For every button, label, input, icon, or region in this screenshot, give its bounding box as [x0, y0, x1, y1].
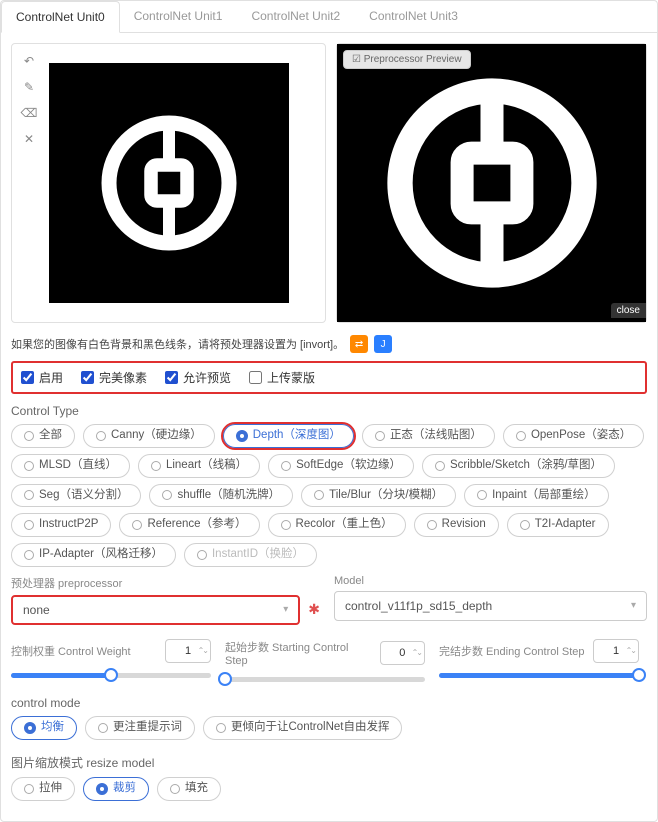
resize-mode-option-2[interactable]: 填充: [157, 777, 221, 801]
control-mode-label: control mode: [11, 696, 647, 710]
control-type-option-17[interactable]: T2I-Adapter: [507, 513, 609, 537]
control-weight-value[interactable]: 1: [165, 639, 211, 663]
erase-icon[interactable]: ⌫: [18, 102, 40, 124]
control-type-option-18[interactable]: IP-Adapter（风格迁移）: [11, 543, 176, 567]
control-type-option-7[interactable]: SoftEdge（软边缘）: [268, 454, 414, 478]
model-select[interactable]: control_v11f1p_sd15_depth▾: [334, 591, 647, 621]
control-type-option-16[interactable]: Revision: [414, 513, 499, 537]
control-mode-option-2[interactable]: 更倾向于让ControlNet自由发挥: [203, 716, 402, 740]
preprocessor-preview-badge: ☑ Preprocessor Preview: [343, 50, 471, 69]
explosion-icon[interactable]: ✱: [308, 601, 320, 618]
control-mode-group: 均衡更注重提示词更倾向于让ControlNet自由发挥: [11, 716, 647, 740]
tab-unit0[interactable]: ControlNet Unit0: [1, 1, 120, 33]
json-action-icon[interactable]: J: [374, 335, 392, 353]
start-step-slider[interactable]: [225, 677, 425, 682]
control-type-option-10[interactable]: shuffle（随机洗牌）: [149, 484, 293, 508]
control-type-option-19[interactable]: InstantID（换脸）: [184, 543, 317, 567]
control-type-option-13[interactable]: InstructP2P: [11, 513, 111, 537]
edit-icon[interactable]: ✎: [18, 76, 40, 98]
chevron-down-icon: ▾: [283, 604, 288, 615]
control-type-label: Control Type: [11, 404, 647, 418]
allow-preview-checkbox[interactable]: 允许预览: [165, 369, 231, 386]
tab-unit1[interactable]: ControlNet Unit1: [120, 1, 238, 32]
control-weight-label: 控制权重 Control Weight: [11, 643, 131, 659]
input-image-panel[interactable]: ↶ ✎ ⌫ ✕: [11, 43, 326, 323]
upload-mask-checkbox[interactable]: 上传蒙版: [249, 369, 315, 386]
end-step-slider[interactable]: [439, 673, 639, 678]
control-type-option-8[interactable]: Scribble/Sketch（涂鸦/草图）: [422, 454, 615, 478]
start-step-value[interactable]: 0: [380, 641, 425, 665]
control-weight-slider[interactable]: [11, 673, 211, 678]
preview-logo-image: [377, 68, 607, 298]
control-type-option-9[interactable]: Seg（语义分割）: [11, 484, 141, 508]
control-type-option-12[interactable]: Inpaint（局部重绘）: [464, 484, 609, 508]
end-step-value[interactable]: 1: [593, 639, 639, 663]
control-type-option-1[interactable]: Canny（硬边缘）: [83, 424, 215, 448]
control-type-option-15[interactable]: Recolor（重上色）: [268, 513, 406, 537]
resize-mode-label: 图片缩放模式 resize model: [11, 754, 647, 771]
preprocessor-preview-panel: ☑ Preprocessor Preview close: [336, 43, 647, 323]
input-logo-image: [94, 108, 244, 258]
control-mode-option-1[interactable]: 更注重提示词: [85, 716, 195, 740]
close-preview-button[interactable]: close: [611, 303, 646, 318]
control-type-option-11[interactable]: Tile/Blur（分块/模糊）: [301, 484, 456, 508]
resize-mode-group: 拉伸裁剪填充: [11, 777, 647, 801]
invert-hint-text: 如果您的图像有白色背景和黑色线条，请将预处理器设置为 [invort]。: [11, 336, 344, 352]
tab-unit3[interactable]: ControlNet Unit3: [355, 1, 473, 32]
preprocessor-label: 预处理器 preprocessor: [11, 575, 324, 591]
enable-checkbox[interactable]: 启用: [21, 369, 63, 386]
resize-mode-option-0[interactable]: 拉伸: [11, 777, 75, 801]
control-type-option-5[interactable]: MLSD（直线）: [11, 454, 130, 478]
control-type-option-4[interactable]: OpenPose（姿态）: [503, 424, 644, 448]
control-type-option-0[interactable]: 全部: [11, 424, 75, 448]
close-icon[interactable]: ✕: [18, 128, 40, 150]
chevron-down-icon: ▾: [631, 600, 636, 611]
preprocessor-select[interactable]: none▾: [11, 595, 300, 625]
control-mode-option-0[interactable]: 均衡: [11, 716, 77, 740]
pixel-perfect-checkbox[interactable]: 完美像素: [81, 369, 147, 386]
control-type-option-3[interactable]: 正态（法线贴图）: [362, 424, 495, 448]
model-label: Model: [334, 575, 647, 587]
end-step-label: 完结步数 Ending Control Step: [439, 643, 585, 659]
tabs: ControlNet Unit0 ControlNet Unit1 Contro…: [1, 1, 657, 33]
control-type-group: 全部 Canny（硬边缘） Depth（深度图） 正态（法线贴图） OpenPose（姿…: [11, 424, 647, 567]
undo-icon[interactable]: ↶: [18, 50, 40, 72]
resize-mode-option-1[interactable]: 裁剪: [83, 777, 149, 801]
tab-unit2[interactable]: ControlNet Unit2: [237, 1, 355, 32]
control-type-option-2[interactable]: Depth（深度图）: [223, 424, 354, 448]
invert-action-icon[interactable]: ⇄: [350, 335, 368, 353]
start-step-label: 起始步数 Starting Control Step: [225, 639, 372, 667]
control-type-option-6[interactable]: Lineart（线稿）: [138, 454, 260, 478]
control-type-option-14[interactable]: Reference（参考）: [119, 513, 259, 537]
